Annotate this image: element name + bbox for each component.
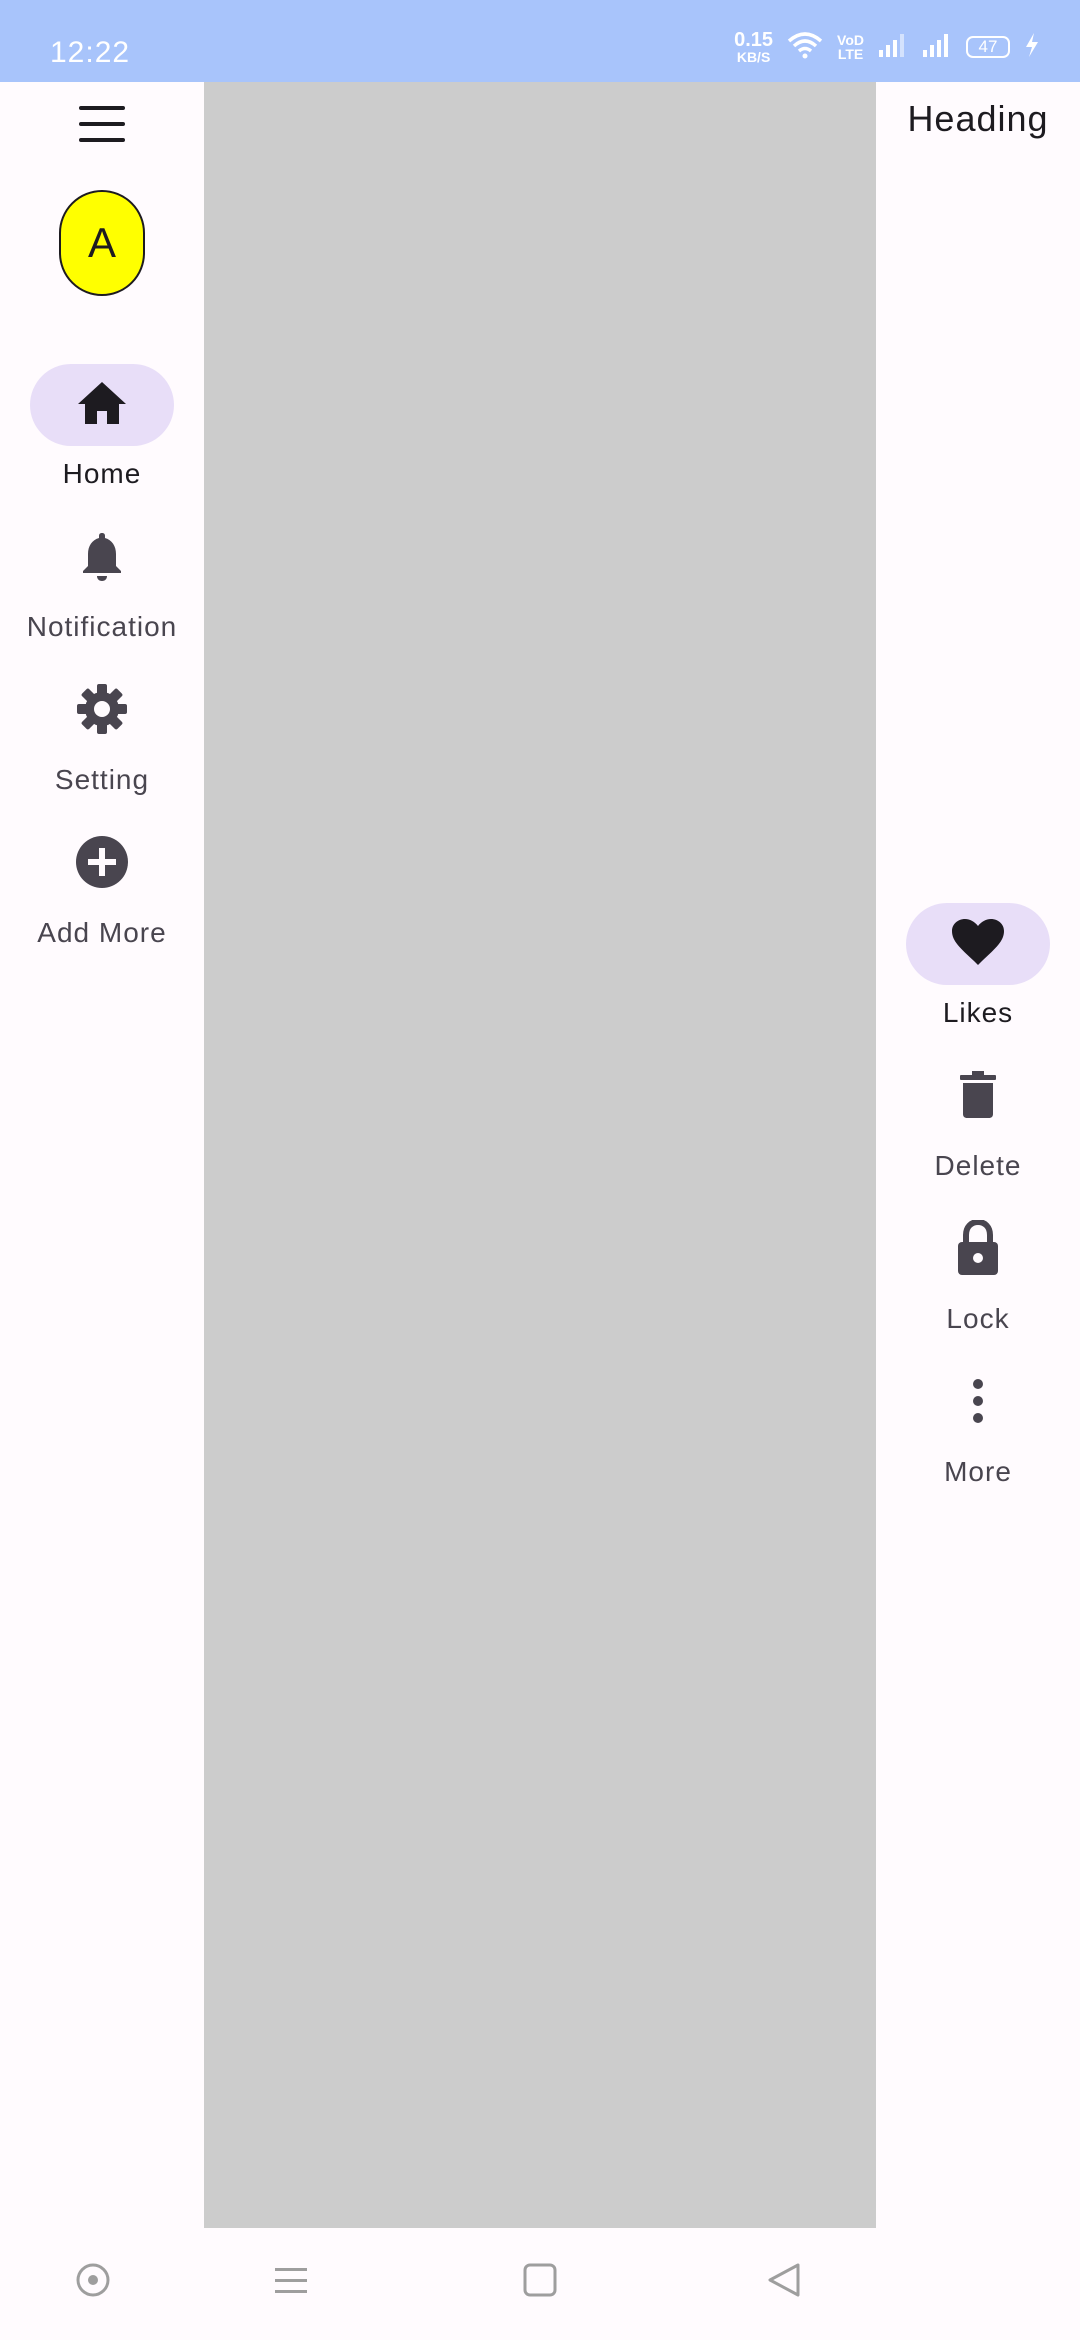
rail-item-notification[interactable]: Notification xyxy=(0,517,204,647)
rail-item-label: Lock xyxy=(946,1303,1010,1334)
rail-item-label: Setting xyxy=(54,764,150,795)
volte-icon: VoD LTE xyxy=(837,33,864,61)
fab-label: A xyxy=(87,219,116,266)
fab-button[interactable]: A xyxy=(59,190,145,296)
network-speed-value: 0.15 xyxy=(734,29,774,51)
icon-container xyxy=(30,823,174,905)
system-nav-bar xyxy=(0,2228,1080,2340)
lock-icon xyxy=(956,1218,1000,1281)
status-bar: 12:22 0.15 KB/S VoD LTE 47 xyxy=(0,0,1080,82)
home-icon xyxy=(76,380,128,431)
volte-top: VoD xyxy=(837,32,864,48)
recents-icon[interactable] xyxy=(273,2262,309,2303)
rail-item-likes[interactable]: Likes xyxy=(876,903,1080,1033)
rail-item-label: Likes xyxy=(942,997,1014,1028)
content-area xyxy=(204,82,876,2228)
assistant-icon[interactable] xyxy=(75,2262,111,2303)
active-indicator xyxy=(906,903,1050,985)
rail-item-delete[interactable]: Delete xyxy=(876,1056,1080,1186)
rail-item-lock[interactable]: Lock xyxy=(876,1209,1080,1339)
heart-icon xyxy=(951,918,1005,971)
status-time: 12:22 xyxy=(50,36,131,69)
add-circle-icon xyxy=(75,835,129,894)
bell-icon xyxy=(80,530,124,587)
rail-item-label: Add More xyxy=(37,917,167,948)
left-navigation-rail: A Home Notification Setting Add More xyxy=(0,82,204,2228)
status-icons: 0.15 KB/S VoD LTE 47 xyxy=(734,22,1040,72)
rail-item-label: More xyxy=(944,1456,1012,1487)
active-indicator xyxy=(30,364,174,446)
trash-icon xyxy=(959,1070,997,1124)
rail-item-more[interactable]: More xyxy=(876,1362,1080,1492)
home-button-icon[interactable] xyxy=(522,2262,558,2303)
icon-container xyxy=(906,1056,1050,1138)
rail-item-label: Delete xyxy=(934,1150,1022,1181)
rail-item-add-more[interactable]: Add More xyxy=(0,823,204,953)
menu-icon[interactable] xyxy=(79,106,125,142)
heading: Heading xyxy=(907,98,1049,139)
icon-container xyxy=(30,670,174,752)
wifi-icon xyxy=(787,31,823,64)
right-navigation-rail: Heading Likes Delete Lock More xyxy=(876,82,1080,2228)
signal-icon xyxy=(922,32,952,63)
rail-item-setting[interactable]: Setting xyxy=(0,670,204,800)
icon-container xyxy=(30,517,174,599)
back-icon[interactable] xyxy=(766,2262,802,2303)
volte-bottom: LTE xyxy=(837,46,864,62)
rail-item-label: Home xyxy=(62,458,142,489)
network-speed-unit: KB/S xyxy=(736,49,771,65)
icon-container xyxy=(906,1209,1050,1291)
charging-icon xyxy=(1024,32,1040,63)
battery-level: 47 xyxy=(978,37,998,56)
rail-item-label: Notification xyxy=(26,611,178,642)
gear-icon xyxy=(76,683,128,740)
rail-item-home[interactable]: Home xyxy=(0,364,204,494)
signal-icon xyxy=(878,32,908,63)
battery-icon: 47 xyxy=(966,36,1010,58)
more-vert-icon xyxy=(971,1378,985,1429)
icon-container xyxy=(906,1362,1050,1444)
network-speed: 0.15 KB/S xyxy=(734,30,773,64)
